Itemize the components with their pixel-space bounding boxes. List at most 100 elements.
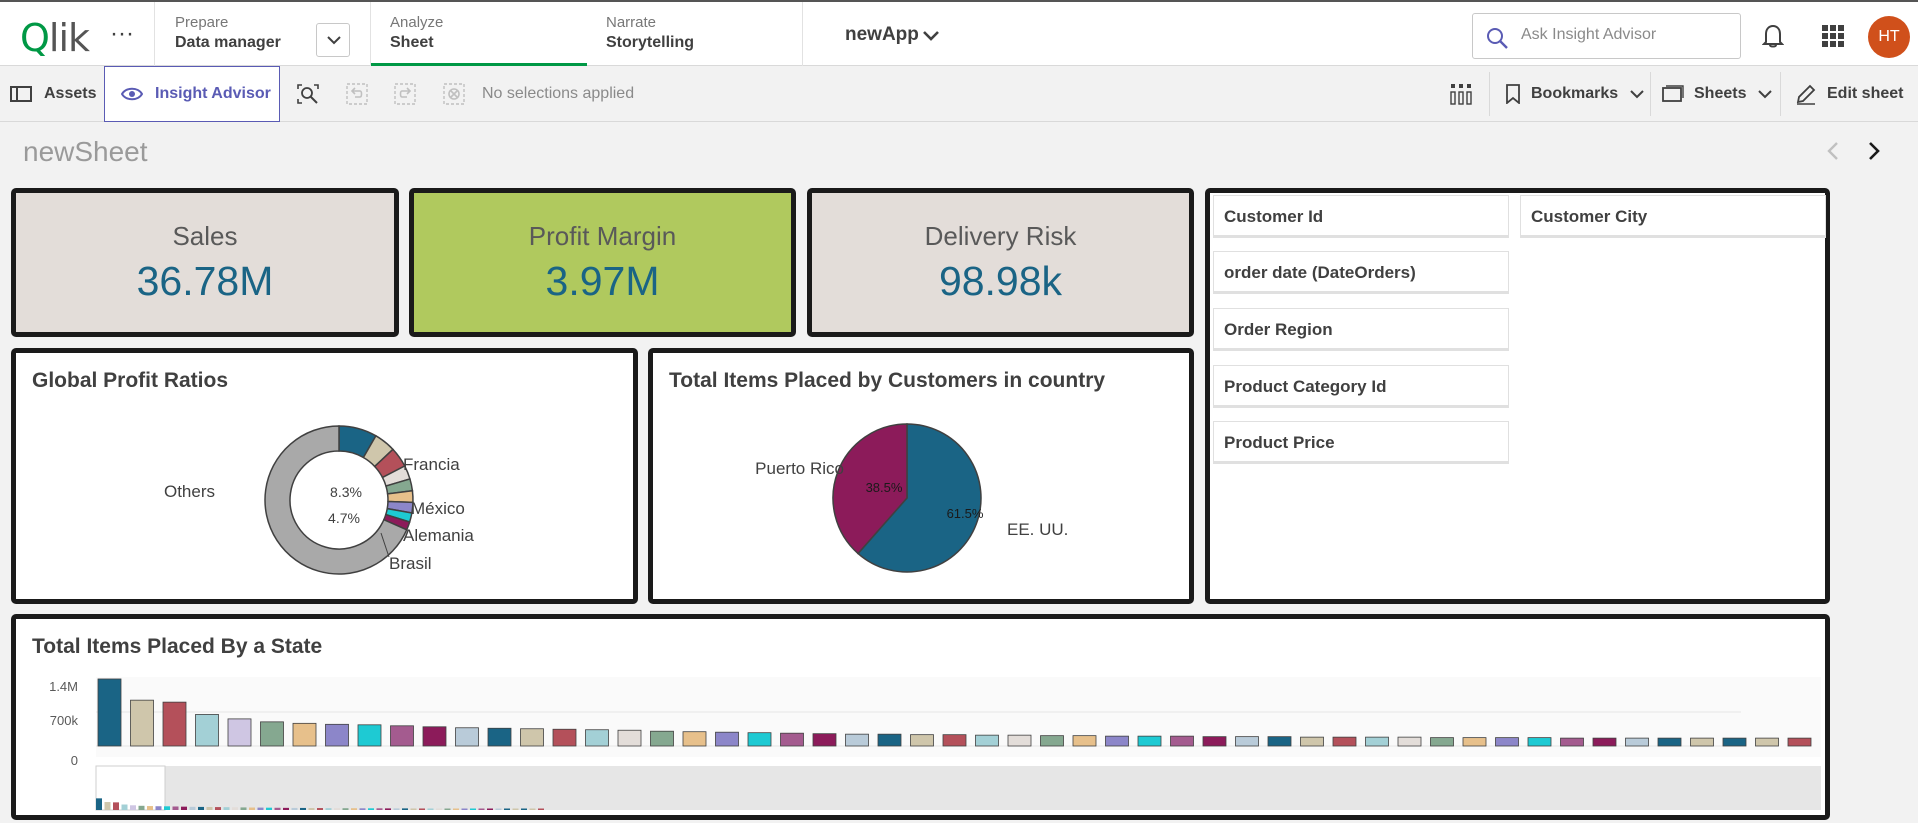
bell-icon[interactable] — [1762, 24, 1784, 48]
bar[interactable] — [1365, 736, 1389, 747]
bar[interactable] — [747, 732, 772, 747]
bar[interactable] — [422, 726, 447, 747]
bar[interactable] — [617, 729, 642, 747]
tab-narrate[interactable]: Narrate Storytelling — [587, 2, 803, 66]
bar[interactable] — [455, 727, 479, 747]
layout-grid-icon[interactable] — [1450, 83, 1472, 105]
bar[interactable] — [227, 718, 252, 747]
bar[interactable] — [1267, 736, 1292, 747]
bar[interactable] — [975, 734, 999, 747]
bar[interactable] — [162, 701, 187, 747]
bar[interactable] — [845, 733, 869, 747]
bar[interactable] — [520, 728, 544, 747]
bar[interactable] — [780, 732, 804, 747]
bar[interactable] — [1332, 736, 1357, 747]
insight-advisor-button[interactable]: Insight Advisor — [104, 66, 280, 122]
bar[interactable] — [1787, 737, 1812, 747]
bar[interactable] — [910, 734, 934, 747]
tab-narrate-label: Storytelling — [606, 34, 695, 51]
bar[interactable] — [1007, 734, 1032, 747]
assets-button[interactable]: Assets — [10, 66, 96, 122]
smart-search-icon[interactable] — [296, 83, 320, 105]
bar[interactable] — [1202, 736, 1227, 747]
chart-global-profit-ratios[interactable]: Global Profit Ratios Others Francia Méxi… — [11, 348, 638, 604]
filter-product-price[interactable]: Product Price — [1213, 421, 1509, 464]
bar[interactable] — [682, 731, 707, 747]
bar[interactable] — [1300, 736, 1324, 747]
qlik-logo[interactable]: Qlik — [20, 16, 90, 60]
bar[interactable] — [942, 734, 967, 747]
bookmarks-button[interactable]: Bookmarks — [1505, 66, 1654, 122]
bar[interactable] — [97, 678, 122, 747]
kpi-profit-margin[interactable]: Profit Margin 3.97M — [409, 188, 796, 337]
edit-sheet-button[interactable]: Edit sheet — [1795, 66, 1903, 122]
bar[interactable] — [1690, 737, 1714, 747]
apps-grid-icon[interactable] — [1822, 25, 1844, 47]
sheets-label: Sheets — [1694, 85, 1747, 102]
bar[interactable] — [292, 722, 317, 747]
bar[interactable] — [1527, 737, 1552, 747]
prepare-dropdown-button[interactable] — [316, 23, 350, 57]
bar[interactable] — [1170, 735, 1194, 747]
next-sheet-icon[interactable] — [1867, 141, 1881, 161]
filter-order-date[interactable]: order date (DateOrders) — [1213, 251, 1509, 294]
bar[interactable] — [1625, 737, 1649, 747]
bar[interactable] — [1430, 737, 1454, 747]
bar[interactable] — [1397, 736, 1422, 747]
bar[interactable] — [130, 699, 154, 747]
clear-selections-icon[interactable] — [443, 83, 465, 105]
bar[interactable] — [1495, 737, 1519, 747]
bar[interactable] — [877, 733, 902, 747]
bar[interactable] — [487, 727, 512, 747]
bar[interactable] — [1072, 735, 1097, 747]
bar[interactable] — [650, 730, 674, 747]
pie-chart[interactable]: Puerto Rico EE. UU. 61.5% 38.5% — [653, 353, 1189, 599]
bar[interactable] — [812, 733, 837, 747]
previous-sheet-icon[interactable] — [1826, 141, 1840, 161]
bar[interactable] — [1722, 737, 1747, 747]
chevron-down-icon[interactable] — [922, 30, 940, 42]
search-input[interactable] — [1521, 26, 1721, 44]
bar[interactable] — [1105, 735, 1129, 747]
step-forward-icon[interactable] — [394, 83, 416, 105]
insight-advisor-label: Insight Advisor — [155, 85, 271, 102]
kpi-sales[interactable]: Sales 36.78M — [11, 188, 399, 337]
chart-items-by-state[interactable]: Total Items Placed By a State 1.4M 700k … — [11, 614, 1830, 820]
bar[interactable] — [1235, 736, 1259, 747]
insight-search-box[interactable] — [1472, 13, 1741, 59]
bar[interactable] — [1137, 735, 1162, 747]
kpi-delivery-risk[interactable]: Delivery Risk 98.98k — [807, 188, 1194, 337]
bar[interactable] — [585, 729, 609, 747]
bar[interactable] — [1592, 737, 1617, 747]
bar[interactable] — [1040, 735, 1064, 747]
tab-analyze[interactable]: Analyze Sheet — [371, 2, 587, 66]
bar[interactable] — [1560, 737, 1584, 747]
bar[interactable] — [357, 724, 382, 747]
step-back-icon[interactable] — [346, 83, 368, 105]
mini-bar — [96, 798, 102, 810]
donut-chart[interactable]: Others Francia México Alemania Brasil 8.… — [16, 353, 633, 599]
sheets-button[interactable]: Sheets — [1662, 66, 1782, 122]
mini-bar — [300, 807, 306, 810]
app-name[interactable]: newApp — [845, 24, 919, 46]
bar[interactable] — [390, 725, 414, 747]
bar[interactable] — [260, 721, 284, 747]
mini-chart-scrollbar[interactable] — [96, 766, 1821, 810]
mini-bar — [359, 808, 366, 810]
bar-chart[interactable]: 1.4M 700k 0 — [16, 619, 1825, 815]
user-avatar[interactable]: HT — [1868, 16, 1910, 58]
bar[interactable] — [552, 728, 577, 747]
chart-items-by-country[interactable]: Total Items Placed by Customers in count… — [648, 348, 1194, 604]
bar[interactable] — [325, 723, 349, 747]
bar[interactable] — [1657, 737, 1682, 747]
more-options-icon[interactable]: ··· — [110, 20, 134, 48]
bar[interactable] — [715, 731, 739, 747]
filter-customer-city[interactable]: Customer City — [1520, 195, 1826, 238]
bar[interactable] — [1462, 737, 1487, 747]
filter-product-category-id[interactable]: Product Category Id — [1213, 365, 1509, 408]
mini-bar — [453, 808, 459, 810]
bar[interactable] — [195, 714, 219, 747]
filter-order-region[interactable]: Order Region — [1213, 308, 1509, 351]
filter-customer-id[interactable]: Customer Id — [1213, 195, 1509, 238]
bar[interactable] — [1755, 737, 1779, 747]
